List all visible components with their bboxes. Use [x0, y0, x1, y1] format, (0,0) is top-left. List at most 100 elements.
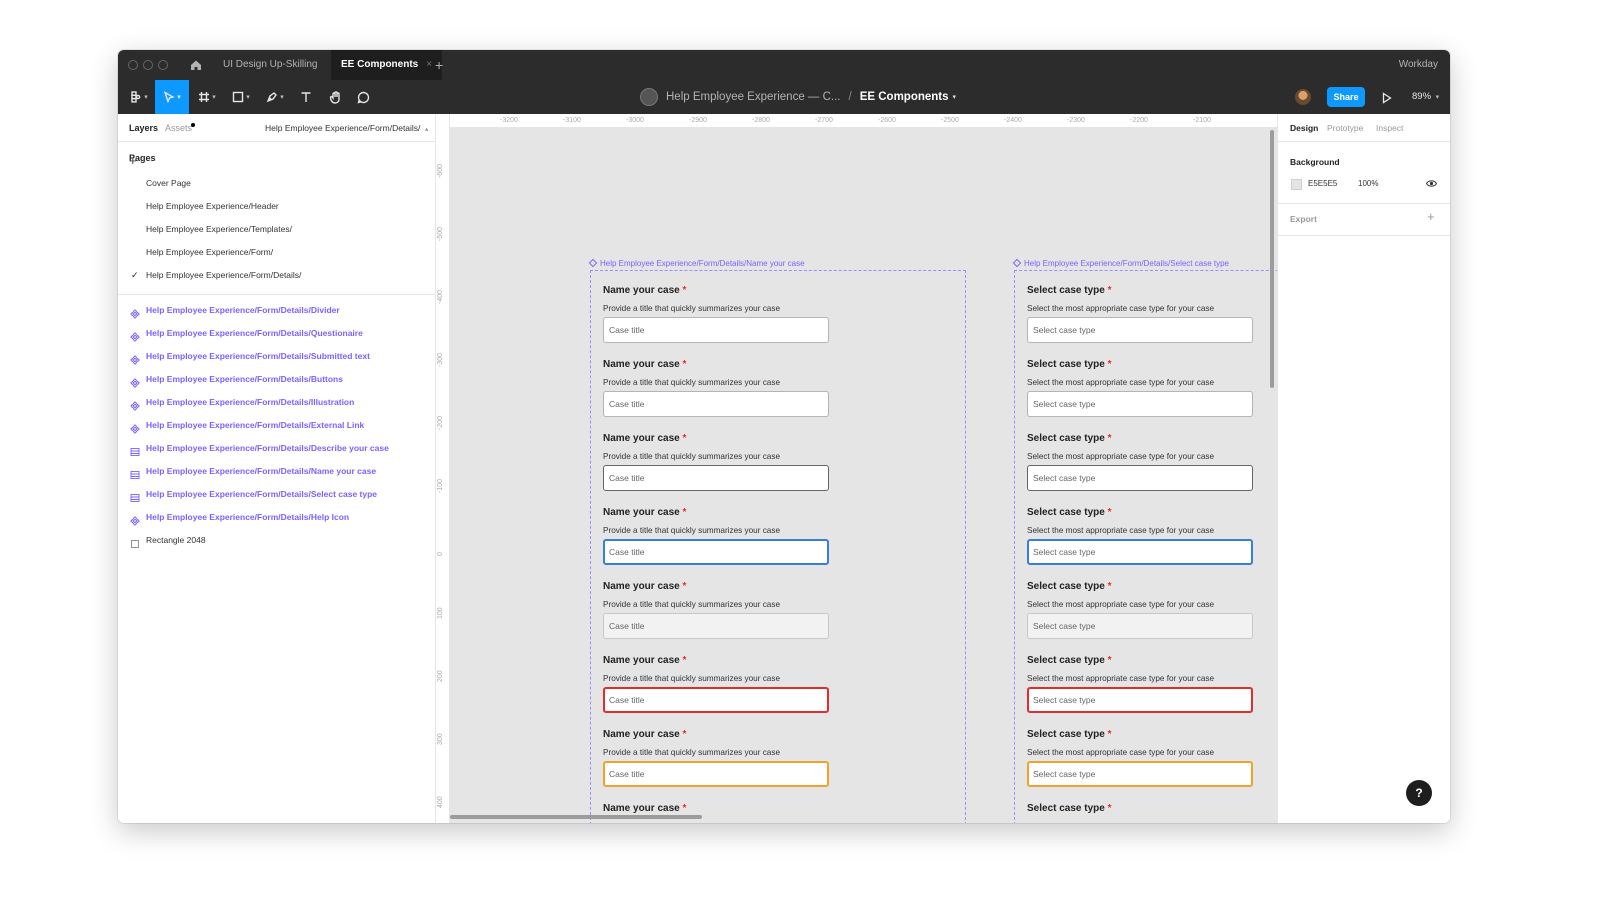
- page-item-current[interactable]: ✓ Help Employee Experience/Form/Details/: [118, 264, 435, 287]
- layer-item[interactable]: Help Employee Experience/Form/Details/Bu…: [118, 368, 435, 391]
- page-item[interactable]: Help Employee Experience/Header: [118, 195, 435, 218]
- case-title-input[interactable]: Case title: [603, 687, 829, 713]
- case-title-input[interactable]: Case title: [603, 613, 829, 639]
- main-menu-button[interactable]: ▾: [122, 80, 156, 114]
- case-title-input[interactable]: Case title: [603, 539, 829, 565]
- frame-name-your-case[interactable]: Name your case * Provide a title that qui…: [590, 270, 966, 823]
- page-item[interactable]: Cover Page: [118, 172, 435, 195]
- tab-assets[interactable]: Assets: [165, 114, 192, 142]
- background-section: Background E5E5E5 100%: [1278, 142, 1450, 204]
- project-name[interactable]: Help Employee Experience — C...: [666, 91, 841, 103]
- right-panel: Design Prototype Inspect Background E5E5…: [1277, 114, 1450, 823]
- layer-item[interactable]: Help Employee Experience/Form/Details/Su…: [118, 345, 435, 368]
- layer-label: Help Employee Experience/Form/Details/Bu…: [146, 374, 343, 384]
- layer-item[interactable]: Help Employee Experience/Form/Details/Na…: [118, 460, 435, 483]
- case-type-select[interactable]: Select case type: [1027, 465, 1253, 491]
- frame-label-select-case-type[interactable]: Help Employee Experience/Form/Details/Se…: [1012, 258, 1229, 268]
- frame-label-name-your-case[interactable]: Help Employee Experience/Form/Details/Na…: [588, 258, 805, 268]
- background-swatch[interactable]: [1291, 179, 1302, 190]
- case-type-select[interactable]: Select case type: [1027, 539, 1253, 565]
- case-type-select[interactable]: Select case type: [1027, 687, 1253, 713]
- move-tool-button[interactable]: ▾: [155, 80, 189, 114]
- case-type-select[interactable]: Select case type: [1027, 613, 1253, 639]
- field-label-text: Name your case: [603, 433, 680, 444]
- close-window-button[interactable]: [128, 60, 138, 70]
- component-icon: [1012, 258, 1022, 268]
- layer-item[interactable]: Help Employee Experience/Form/Details/Qu…: [118, 322, 435, 345]
- chevron-up-icon: ▴: [424, 126, 429, 133]
- add-page-button[interactable]: +: [129, 153, 137, 168]
- ruler-top: -3200 -3100 -3000 -2900 -2800 -2700 -2600 -2500…: [436, 114, 1277, 128]
- divider: [118, 294, 435, 295]
- layer-item[interactable]: Help Employee Experience/Form/Details/He…: [118, 506, 435, 529]
- close-tab-icon[interactable]: ×: [426, 59, 432, 70]
- field-label: Select case type *: [1027, 655, 1257, 666]
- field-help-text: Provide a title that quickly summarizes …: [603, 378, 781, 387]
- new-tab-button[interactable]: +: [435, 50, 443, 80]
- field-help-text: Select the most appropriate case type fo…: [1027, 452, 1215, 461]
- page-item[interactable]: Help Employee Experience/Form/: [118, 241, 435, 264]
- background-hex-input[interactable]: E5E5E5: [1308, 179, 1337, 188]
- comment-tool-button[interactable]: [346, 80, 380, 114]
- ruler-tick-label: -3200: [500, 117, 518, 124]
- tab-design[interactable]: Design: [1290, 114, 1318, 142]
- help-button[interactable]: ?: [1406, 780, 1432, 806]
- canvas[interactable]: -3200 -3100 -3000 -2900 -2800 -2700 -2600 -2500…: [436, 114, 1277, 823]
- ruler-tick-label: -2500: [941, 117, 959, 124]
- case-title-input[interactable]: Case title: [603, 317, 829, 343]
- case-title-input[interactable]: Case title: [603, 761, 829, 787]
- field-help-text: Select the most appropriate case type fo…: [1027, 600, 1215, 609]
- ruler-tick-label: -2900: [689, 117, 707, 124]
- case-title-input[interactable]: Case title: [603, 391, 829, 417]
- field-label-text: Name your case: [603, 581, 680, 592]
- tab-layers[interactable]: Layers: [129, 114, 158, 142]
- shape-tool-button[interactable]: ▾: [224, 80, 258, 114]
- layer-item[interactable]: Help Employee Experience/Form/Details/De…: [118, 437, 435, 460]
- avatar[interactable]: [1295, 89, 1311, 105]
- case-title-input[interactable]: Case title: [603, 465, 829, 491]
- field-help-text: Select the most appropriate case type fo…: [1027, 748, 1215, 757]
- field-label-text: Select case type: [1027, 581, 1105, 592]
- frame-label-text: Help Employee Experience/Form/Details/Na…: [600, 259, 805, 268]
- page-item[interactable]: Help Employee Experience/Templates/: [118, 218, 435, 241]
- layer-item[interactable]: Help Employee Experience/Form/Details/Di…: [118, 299, 435, 322]
- tab-label: UI Design Up-Skilling: [223, 59, 318, 70]
- case-type-select[interactable]: Select case type: [1027, 317, 1253, 343]
- vertical-scrollbar[interactable]: [1270, 130, 1274, 388]
- file-name[interactable]: EE Components: [860, 91, 949, 103]
- current-page-dropdown[interactable]: Help Employee Experience/Form/Details/ ▴: [265, 114, 428, 144]
- component-icon: [130, 512, 140, 526]
- eye-icon[interactable]: [1425, 179, 1438, 190]
- toolbar: ▾ ▾ ▾ ▾ ▾ Help Employee Experience — C..…: [118, 80, 1450, 114]
- layer-item[interactable]: Help Employee Experience/Form/Details/Il…: [118, 391, 435, 414]
- frame-tool-button[interactable]: ▾: [190, 80, 224, 114]
- pen-tool-button[interactable]: ▾: [258, 80, 292, 114]
- horizontal-scrollbar[interactable]: [450, 815, 702, 819]
- maximize-window-button[interactable]: [158, 60, 168, 70]
- tab-ee-components[interactable]: EE Components ×: [331, 50, 443, 80]
- tab-inspect[interactable]: Inspect: [1376, 114, 1403, 142]
- form-field-focus: Select case type * Select the most approp…: [1027, 507, 1257, 565]
- pages-header: Pages +: [118, 142, 435, 172]
- tab-prototype[interactable]: Prototype: [1327, 114, 1363, 142]
- share-button[interactable]: Share: [1327, 87, 1365, 107]
- form-field-focus: Name your case * Provide a title that qui…: [603, 507, 833, 565]
- layer-label: Help Employee Experience/Form/Details/Su…: [146, 351, 370, 361]
- chevron-down-icon[interactable]: ▾: [953, 93, 957, 101]
- case-type-select[interactable]: Select case type: [1027, 391, 1253, 417]
- layer-item[interactable]: Help Employee Experience/Form/Details/Se…: [118, 483, 435, 506]
- layer-item[interactable]: Rectangle 2048: [118, 529, 435, 552]
- layer-item[interactable]: Help Employee Experience/Form/Details/Ex…: [118, 414, 435, 437]
- present-play-icon[interactable]: [1382, 91, 1392, 109]
- frame-select-case-type[interactable]: Select case type * Select the most approp…: [1014, 270, 1277, 823]
- form-field-disabled: Name your case * Provide a title that qui…: [603, 581, 833, 639]
- minimize-window-button[interactable]: [143, 60, 153, 70]
- home-icon[interactable]: [189, 58, 203, 72]
- left-panel-tabs: Layers Assets Help Employee Experience/F…: [118, 114, 435, 142]
- zoom-dropdown[interactable]: 89% ▾: [1412, 80, 1439, 115]
- layer-label: Rectangle 2048: [146, 535, 206, 545]
- case-type-select[interactable]: Select case type: [1027, 761, 1253, 787]
- background-opacity-input[interactable]: 100%: [1358, 179, 1378, 188]
- tab-ui-design-up-skilling[interactable]: UI Design Up-Skilling: [213, 50, 327, 80]
- add-export-button[interactable]: +: [1427, 209, 1435, 224]
